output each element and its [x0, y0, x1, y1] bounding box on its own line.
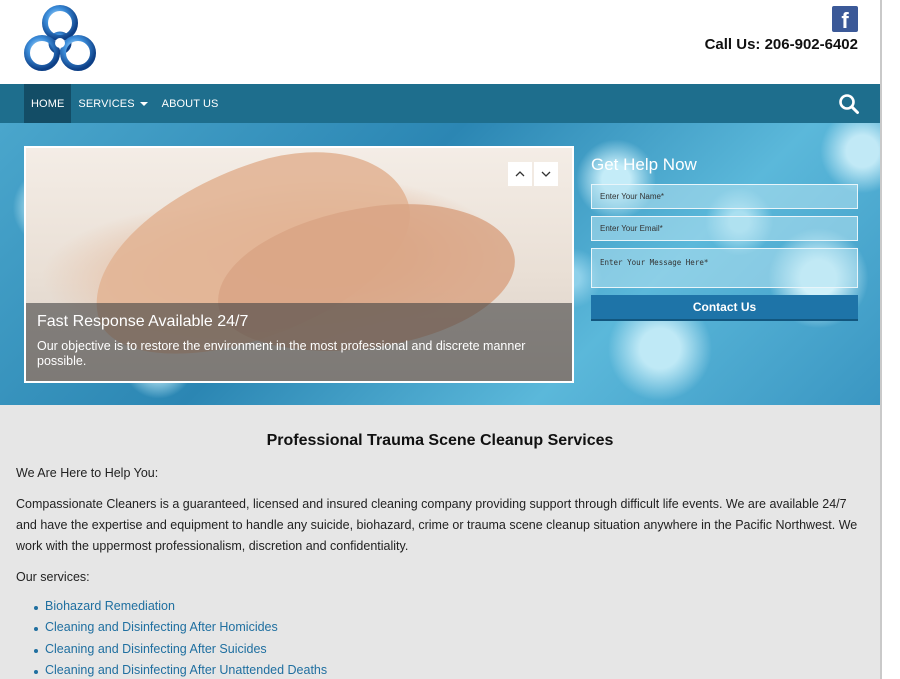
nav-item-about-us[interactable]: ABOUT US [155, 84, 226, 123]
nav-item-services[interactable]: SERVICES [71, 84, 154, 123]
service-link[interactable]: Cleaning and Disinfecting After Unattend… [45, 663, 327, 677]
list-item: Cleaning and Disinfecting After Homicide… [34, 617, 864, 638]
site-header: f Call Us: 206-902-6402 [0, 0, 880, 84]
image-slider[interactable]: Fast Response Available 24/7 Our objecti… [24, 146, 574, 383]
services-list: Biohazard Remediation Cleaning and Disin… [34, 596, 864, 679]
chevron-up-icon [515, 171, 525, 177]
list-item: Biohazard Remediation [34, 596, 864, 617]
slide-caption: Fast Response Available 24/7 Our objecti… [26, 303, 572, 381]
services-label: Our services: [16, 570, 90, 584]
list-item: Cleaning and Disinfecting After Suicides [34, 639, 864, 660]
facebook-icon[interactable]: f [832, 6, 858, 32]
slider-controls [508, 162, 558, 186]
chevron-down-icon [541, 171, 551, 177]
service-link[interactable]: Cleaning and Disinfecting After Suicides [45, 642, 267, 656]
hero-section: Fast Response Available 24/7 Our objecti… [0, 123, 880, 405]
slide-text: Our objective is to restore the environm… [37, 339, 526, 368]
nav-item-label: HOME [31, 97, 65, 110]
email-field[interactable]: Enter Your Email* [591, 216, 858, 241]
call-us-phone[interactable]: Call Us: 206-902-6402 [705, 36, 858, 53]
service-link[interactable]: Biohazard Remediation [45, 599, 175, 613]
caret-down-icon [139, 101, 148, 106]
name-field[interactable]: Enter Your Name* [591, 184, 858, 209]
message-field[interactable]: Enter Your Message Here* [591, 248, 858, 288]
search-icon[interactable] [838, 93, 860, 115]
about-paragraph: Compassionate Cleaners is a guaranteed, … [16, 497, 858, 553]
nav-item-label: ABOUT US [161, 97, 219, 110]
help-form: Get Help Now Enter Your Name* Enter Your… [591, 155, 858, 321]
slider-prev-button[interactable] [508, 162, 532, 186]
page-frame: f Call Us: 206-902-6402 HOME SERVICES AB… [0, 0, 882, 679]
page-heading: Professional Trauma Scene Cleanup Servic… [266, 432, 614, 449]
slider-next-button[interactable] [534, 162, 558, 186]
contact-us-button[interactable]: Contact Us [591, 295, 858, 321]
main-content: Professional Trauma Scene Cleanup Servic… [0, 405, 880, 679]
main-nav: HOME SERVICES ABOUT US [0, 84, 880, 123]
list-item: Cleaning and Disinfecting After Unattend… [34, 660, 864, 679]
biohazard-logo-icon[interactable] [22, 5, 98, 75]
service-link[interactable]: Cleaning and Disinfecting After Homicide… [45, 620, 278, 634]
intro-text: We Are Here to Help You: [16, 466, 159, 480]
form-title: Get Help Now [591, 155, 697, 174]
nav-item-label: SERVICES [78, 97, 135, 110]
slide-title: Fast Response Available 24/7 [37, 313, 249, 330]
nav-item-home[interactable]: HOME [24, 84, 72, 123]
